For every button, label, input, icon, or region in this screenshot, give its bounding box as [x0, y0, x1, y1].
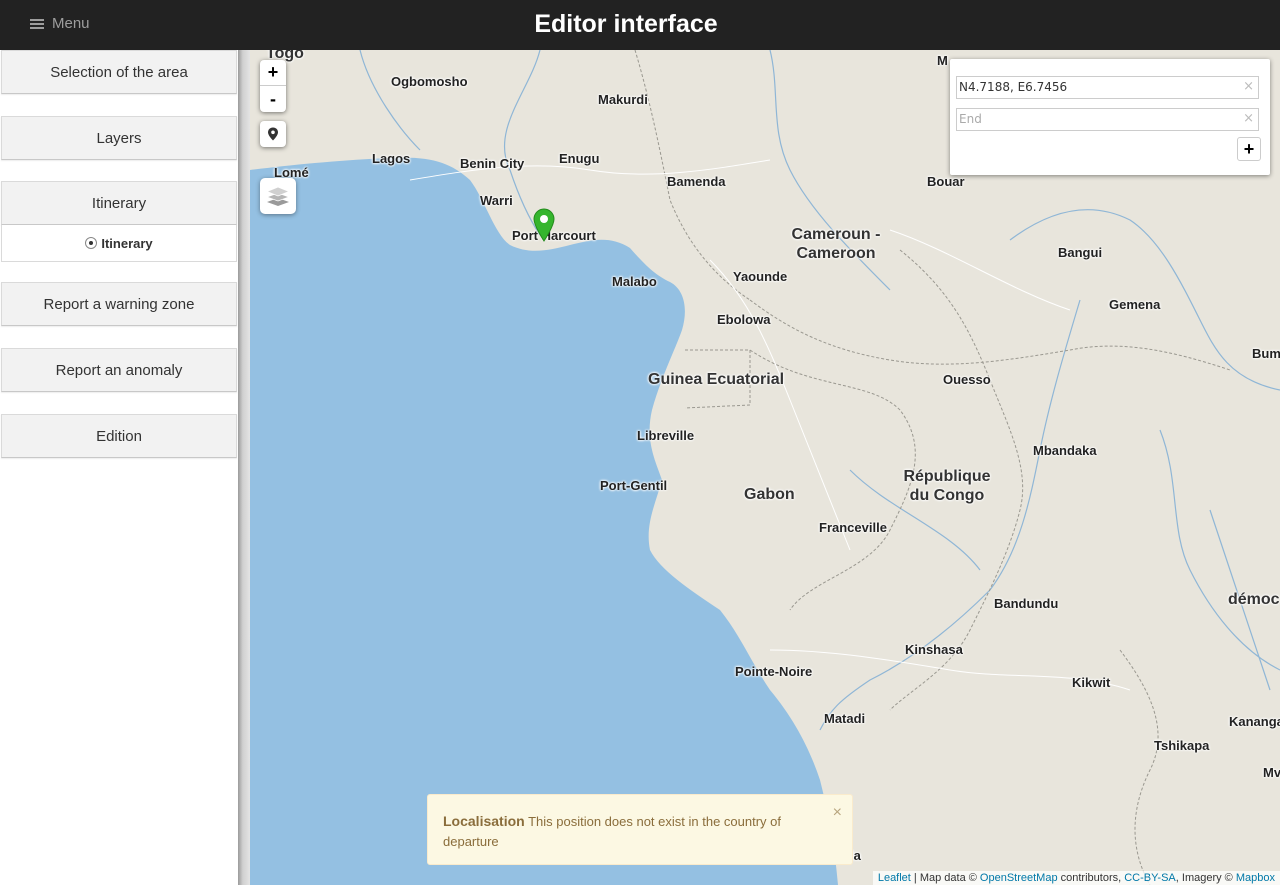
zoom-in-button[interactable]: +	[260, 60, 286, 86]
place-label: Gabon	[744, 486, 795, 503]
map-view[interactable]: Togo Ogbomosho Makurdi Lagos Benin City …	[250, 50, 1280, 885]
place-label: Port-Gentil	[600, 478, 668, 493]
place-label: Mv	[1263, 765, 1280, 780]
report-anomaly-button[interactable]: Report an anomaly	[1, 348, 237, 392]
place-label: M	[937, 53, 948, 68]
place-label: Ouesso	[943, 372, 991, 387]
alert-close-icon[interactable]: ×	[833, 803, 842, 823]
sidebar: Selection of the area Layers Itinerary I…	[0, 50, 238, 885]
page-title: Editor interface	[534, 10, 718, 38]
place-label: Kananga	[1229, 714, 1280, 729]
place-label: Tshikapa	[1154, 738, 1210, 753]
routing-panel: N4.7188, E6.7456 × End × +	[950, 59, 1270, 175]
place-label: Gemena	[1109, 297, 1161, 312]
place-label: République du Congo	[903, 468, 991, 504]
place-label: Guinea Ecuatorial	[648, 371, 785, 388]
itinerary-radio-label[interactable]: Itinerary	[101, 236, 152, 251]
place-label: Enugu	[559, 151, 600, 166]
place-label: Warri	[480, 193, 513, 208]
place-label: Malabo	[612, 274, 657, 289]
place-label: Matadi	[824, 711, 866, 726]
report-warning-zone-button[interactable]: Report a warning zone	[1, 282, 237, 326]
place-label: Lagos	[372, 151, 411, 166]
place-label: Bangui	[1058, 245, 1103, 260]
place-label: Kikwit	[1072, 675, 1111, 690]
place-label: Franceville	[819, 520, 887, 535]
clear-start-icon[interactable]: ×	[1243, 79, 1254, 94]
start-waypoint-value: N4.7188, E6.7456	[959, 80, 1068, 94]
layers-icon	[265, 186, 291, 206]
place-label: Benin City	[460, 156, 525, 171]
itinerary-button[interactable]: Itinerary	[1, 181, 237, 225]
map-marker-icon[interactable]	[533, 208, 555, 242]
place-label: Ogbomosho	[391, 74, 468, 89]
layers-control-button[interactable]	[260, 178, 296, 214]
attribution-text: , Imagery ©	[1175, 872, 1236, 884]
end-waypoint-placeholder: End	[959, 112, 982, 126]
add-waypoint-button[interactable]: +	[1237, 137, 1261, 161]
attribution-text: | Map data ©	[910, 872, 980, 884]
place-label: Ebolowa	[717, 312, 771, 327]
alert-title: Localisation	[443, 813, 525, 829]
osm-link[interactable]: OpenStreetMap	[980, 872, 1058, 884]
map-tiles	[250, 50, 1280, 885]
zoom-control: + -	[260, 60, 286, 112]
locate-button[interactable]	[260, 121, 286, 147]
license-link[interactable]: CC-BY-SA	[1124, 872, 1176, 884]
top-navbar: Menu Editor interface	[0, 0, 1280, 50]
clear-end-icon[interactable]: ×	[1243, 111, 1254, 126]
place-label: Makurdi	[598, 92, 648, 107]
place-label: Mbandaka	[1033, 443, 1097, 458]
place-label: Bandundu	[994, 596, 1059, 611]
itinerary-radio[interactable]	[85, 237, 98, 249]
map-pin-icon	[268, 127, 278, 141]
start-waypoint-input[interactable]: N4.7188, E6.7456 ×	[956, 76, 1259, 99]
zoom-out-button[interactable]: -	[260, 86, 286, 112]
place-label: Bamenda	[667, 174, 726, 189]
end-waypoint-input[interactable]: End ×	[956, 108, 1259, 131]
map-attribution: Leaflet | Map data © OpenStreetMap contr…	[872, 871, 1280, 885]
place-label: démoc	[1228, 591, 1280, 608]
edition-button[interactable]: Edition	[1, 414, 237, 458]
mapbox-link[interactable]: Mapbox	[1236, 872, 1275, 884]
place-label: Yaounde	[733, 269, 788, 284]
attribution-text: contributors,	[1057, 872, 1125, 884]
place-label: Bumba	[1252, 346, 1280, 361]
place-label: Kinshasa	[905, 642, 963, 657]
place-label: Cameroun - Cameroon	[791, 226, 881, 262]
sidebar-splitter[interactable]	[238, 50, 250, 885]
selection-area-button[interactable]: Selection of the area	[1, 50, 237, 94]
itinerary-options: Itinerary	[1, 225, 237, 262]
place-label: Pointe-Noire	[735, 664, 813, 679]
place-label: Bouar	[927, 174, 965, 189]
layers-button[interactable]: Layers	[1, 116, 237, 160]
place-label: Libreville	[637, 428, 695, 443]
localisation-alert: Localisation This position does not exis…	[427, 794, 853, 865]
leaflet-link[interactable]: Leaflet	[878, 872, 911, 884]
